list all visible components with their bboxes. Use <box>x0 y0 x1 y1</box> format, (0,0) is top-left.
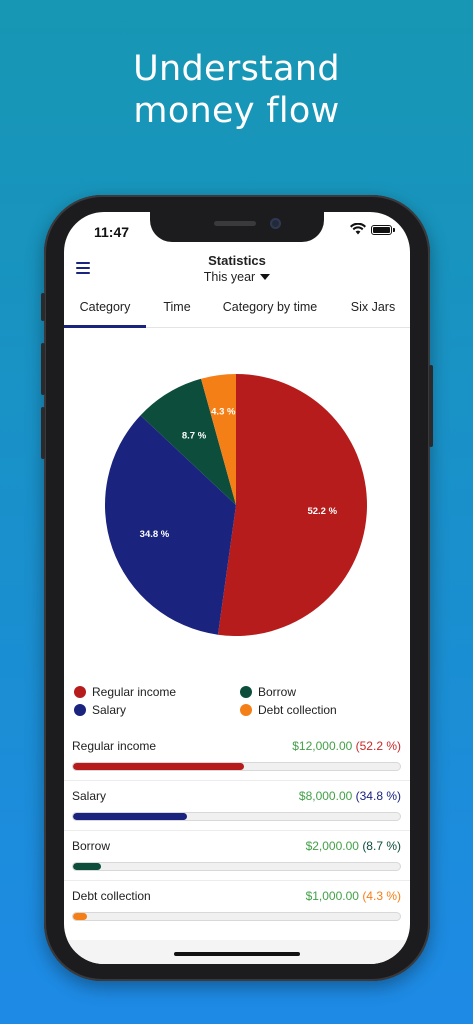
headline-line-2: money flow <box>133 91 340 131</box>
category-name: Regular income <box>72 739 157 753</box>
category-amount: $12,000.00 <box>292 739 353 753</box>
category-amount: $8,000.00 <box>298 789 353 803</box>
category-name: Salary <box>72 789 107 803</box>
period-selector[interactable]: This year <box>203 270 271 284</box>
progress-fill <box>73 863 102 870</box>
page-title: Statistics <box>208 253 266 268</box>
front-camera <box>270 218 281 229</box>
tab-category-by-time[interactable]: Category by time <box>214 292 326 328</box>
progress-track <box>72 912 401 921</box>
volume-down-button <box>41 407 45 459</box>
progress-fill <box>73 763 244 770</box>
category-statistics: 52.2 % 34.8 % 8.7 % 4.3 % Regular income Bo… <box>64 329 410 949</box>
pie-slice-label: 4.3 % <box>211 407 236 418</box>
list-item[interactable]: Salary $8,000.00 (34.8 %) <box>64 781 410 831</box>
legend-dot <box>74 704 86 716</box>
headline-line-1: Understand <box>133 49 340 89</box>
notch <box>150 212 324 242</box>
category-percent: (52.2 %) <box>355 739 401 753</box>
category-pie-chart: 52.2 % 34.8 % 8.7 % 4.3 % <box>104 374 368 636</box>
battery-icon <box>371 225 395 235</box>
tab-six-jars[interactable]: Six Jars <box>340 292 406 328</box>
legend-label: Debt collection <box>258 703 337 717</box>
legend-label: Borrow <box>258 685 297 699</box>
progress-fill <box>73 913 88 920</box>
category-name: Borrow <box>72 839 111 853</box>
pie-slice-regular-income[interactable] <box>217 374 368 636</box>
pie-slice-label: 8.7 % <box>182 430 207 441</box>
power-button <box>429 365 433 447</box>
legend-label: Salary <box>92 703 127 717</box>
period-label: This year <box>203 270 256 284</box>
tab-time[interactable]: Time <box>150 292 204 328</box>
promo-headline: Understand money flow <box>0 48 473 132</box>
statistics-tabs: Category Time Category by time Six Jars <box>64 292 410 328</box>
legend-item-regular-income: Regular income <box>74 683 176 701</box>
category-percent: (4.3 %) <box>362 889 401 903</box>
volume-up-button <box>41 343 45 395</box>
category-amount: $2,000.00 <box>305 839 359 853</box>
progress-track <box>72 862 401 871</box>
pie-slice-label: 34.8 % <box>140 529 170 540</box>
pie-slice-label: 52.2 % <box>307 506 337 517</box>
legend-item-borrow: Borrow <box>240 683 296 701</box>
category-name: Debt collection <box>72 889 151 903</box>
wifi-icon <box>350 223 366 235</box>
legend-label: Regular income <box>92 685 177 699</box>
phone-screen: 11:47 Statistics This year Category Time… <box>64 212 410 964</box>
category-percent: (8.7 %) <box>362 839 401 853</box>
legend-dot <box>240 704 252 716</box>
legend-item-salary: Salary <box>74 701 126 719</box>
home-indicator <box>174 952 300 956</box>
category-amount: $1,000.00 <box>305 889 359 903</box>
caret-down-icon <box>260 274 271 280</box>
progress-fill <box>73 813 187 820</box>
progress-track <box>72 812 401 821</box>
category-breakdown-list: Regular income $12,000.00 (52.2 %) Salar… <box>64 731 410 931</box>
legend-dot <box>240 686 252 698</box>
list-item[interactable]: Regular income $12,000.00 (52.2 %) <box>64 731 410 781</box>
app-bar: Statistics This year <box>64 250 410 290</box>
list-item[interactable]: Borrow $2,000.00 (8.7 %) <box>64 831 410 881</box>
list-item[interactable]: Debt collection $1,000.00 (4.3 %) <box>64 881 410 931</box>
progress-track <box>72 762 401 771</box>
phone-frame: 11:47 Statistics This year Category Time… <box>41 195 433 981</box>
status-time: 11:47 <box>94 224 130 240</box>
legend-dot <box>74 686 86 698</box>
legend-item-debt-collection: Debt collection <box>240 701 337 719</box>
tab-category[interactable]: Category <box>64 292 146 328</box>
mute-switch <box>41 293 45 321</box>
category-percent: (34.8 %) <box>355 789 401 803</box>
speaker-grille <box>214 221 256 226</box>
